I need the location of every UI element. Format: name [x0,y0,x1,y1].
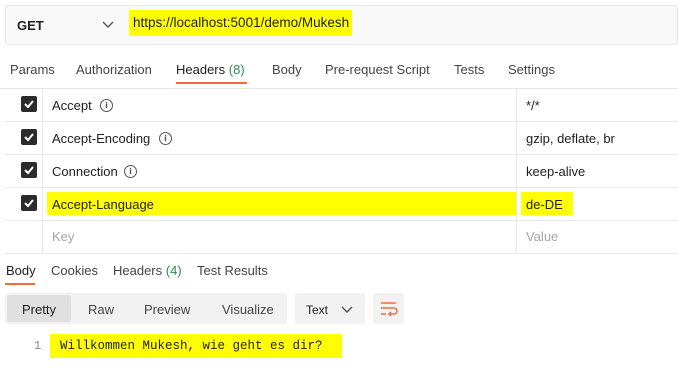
checkmark-icon [24,199,34,208]
tab-body[interactable]: Body [272,62,302,77]
tab-headers-count: (8) [228,62,245,77]
tab-settings[interactable]: Settings [508,62,555,77]
header-key[interactable]: Connection [52,164,118,179]
wrap-lines-icon [381,302,398,317]
line-number: 1 [34,339,42,353]
view-visualize-button[interactable]: Visualize [222,302,274,317]
header-row-empty [5,221,678,254]
header-value[interactable]: */* [526,98,540,113]
info-icon[interactable]: i [159,132,172,145]
tab-params[interactable]: Params [10,62,55,77]
header-checkbox[interactable] [21,129,37,145]
response-tab-headers-count: (4) [165,263,182,278]
header-value[interactable]: de-DE [526,197,563,212]
header-key[interactable]: Accept-Language [52,197,154,212]
header-key-placeholder[interactable]: Key [52,229,74,244]
header-value[interactable]: gzip, deflate, br [526,131,615,146]
url-input[interactable]: https://localhost:5001/demo/Mukesh [133,15,349,30]
tab-authorization[interactable]: Authorization [76,62,152,77]
method-select[interactable]: GET [6,6,125,44]
format-select-label: Text [306,303,329,317]
response-tab-cookies[interactable]: Cookies [51,263,98,278]
tab-prerequest-script[interactable]: Pre-request Script [325,62,430,77]
response-tab-headers[interactable]: Headers (4) [113,263,182,278]
header-value[interactable]: keep-alive [526,164,585,179]
view-preview-button[interactable]: Preview [144,302,190,317]
info-icon[interactable]: i [100,99,113,112]
tab-headers[interactable]: Headers (8) [176,62,245,77]
response-tab-test-results[interactable]: Test Results [197,263,268,278]
checkmark-icon [24,100,34,109]
tab-tests[interactable]: Tests [454,62,484,77]
checkmark-icon [24,166,34,175]
column-divider [42,89,43,253]
view-raw-button[interactable]: Raw [88,302,114,317]
header-value-placeholder[interactable]: Value [526,229,558,244]
column-divider [516,89,517,253]
response-tab-body[interactable]: Body [6,263,36,278]
tab-headers-label: Headers [176,62,226,77]
header-checkbox[interactable] [21,195,37,211]
header-checkbox[interactable] [21,96,37,112]
header-key[interactable]: Accept [52,98,92,113]
active-tab-indicator [176,82,247,84]
header-checkbox[interactable] [21,162,37,178]
active-response-tab-indicator [5,283,35,285]
response-body-text: Willkommen Mukesh, wie geht es dir? [60,339,323,353]
chevron-down-icon [102,21,114,28]
response-tab-headers-label: Headers [113,263,163,278]
header-key[interactable]: Accept-Encoding [52,131,150,146]
info-icon[interactable]: i [124,165,137,178]
view-pretty-button[interactable]: Pretty [22,302,56,317]
chevron-down-icon [341,306,353,313]
wrap-lines-button[interactable] [373,293,404,324]
method-label: GET [17,17,44,33]
checkmark-icon [24,133,34,142]
